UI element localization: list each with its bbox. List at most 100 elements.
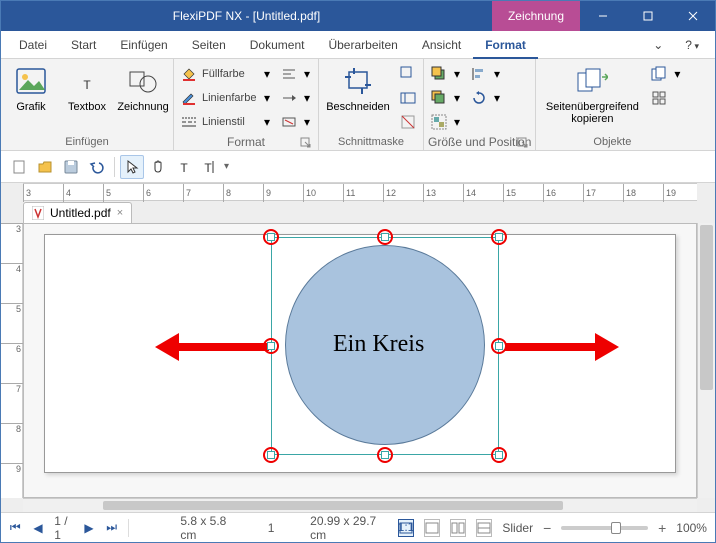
bringfront-icon (430, 65, 448, 83)
menu-seiten[interactable]: Seiten (180, 31, 238, 59)
zoom-out-button[interactable]: − (543, 520, 551, 536)
selection-handle[interactable] (377, 229, 393, 245)
text-tool[interactable]: T (172, 155, 196, 179)
horizontal-scrollbar[interactable] (23, 498, 697, 512)
undo-button[interactable] (85, 155, 109, 179)
selection-handle[interactable] (491, 229, 507, 245)
open-button[interactable] (33, 155, 57, 179)
page-indicator: 1 / 1 (54, 514, 72, 542)
dialog-launcher-icon[interactable] (517, 137, 529, 149)
image-icon (15, 65, 47, 97)
title-bar: FlexiPDF NX - [Untitled.pdf] Zeichnung (1, 1, 715, 31)
align-lines-button[interactable]: ▾ (278, 63, 314, 85)
menu-ueberarbeiten[interactable]: Überarbeiten (316, 31, 409, 59)
menu-start[interactable]: Start (59, 31, 108, 59)
text-edit-tool[interactable]: T (198, 155, 222, 179)
menu-dokument[interactable]: Dokument (238, 31, 317, 59)
clear-icon (280, 113, 298, 131)
close-button[interactable] (670, 1, 715, 31)
document-tab[interactable]: Untitled.pdf × (23, 202, 132, 223)
duplicate-icon (650, 65, 668, 83)
view-mode-2[interactable] (424, 519, 440, 537)
bring-front-button[interactable]: ▾ (428, 63, 464, 85)
insert-graphic-button[interactable]: Grafik (5, 63, 57, 115)
selection-handle[interactable] (263, 447, 279, 463)
minimize-button[interactable] (580, 1, 625, 31)
fill-color-button[interactable]: Füllfarbe ▾ (178, 63, 274, 85)
close-tab-button[interactable]: × (117, 207, 123, 219)
document-tab-label: Untitled.pdf (50, 206, 111, 220)
vertical-ruler: 3 4 5 6 7 8 9 (1, 223, 23, 498)
ribbon-group-insert-label: Einfügen (5, 134, 169, 150)
pen-icon (180, 89, 198, 107)
ribbon-group-format-label: Format (178, 133, 314, 151)
chevron-down-icon: ▾ (262, 93, 272, 103)
menu-einfuegen[interactable]: Einfügen (108, 31, 179, 59)
linestyle-icon (180, 113, 198, 131)
zoom-in-button[interactable]: + (658, 520, 666, 536)
document-canvas[interactable]: Ein Kreis (23, 223, 697, 498)
insert-drawing-button[interactable]: Zeichnung (117, 63, 169, 115)
svg-text:T: T (204, 161, 212, 175)
view-mode-1[interactable]: 1:1 (398, 519, 414, 537)
clip-remove-button[interactable] (397, 111, 419, 133)
chevron-down-icon: ▾ (302, 117, 312, 127)
shape-text: Ein Kreis (333, 331, 424, 358)
ribbon-group-sizepos: ▾ ▾ ▾ ▾ ▾ Größe und Position (424, 59, 536, 150)
zoom-slider[interactable] (561, 526, 648, 530)
selection-handle[interactable] (377, 447, 393, 463)
save-button[interactable] (59, 155, 83, 179)
crop-button[interactable]: Beschneiden (323, 63, 393, 115)
line-style-button[interactable]: Linienstil ▾ (178, 111, 274, 133)
pdf-icon (32, 206, 44, 220)
next-page-button[interactable]: ▶ (83, 520, 96, 536)
slider-label: Slider (502, 521, 533, 535)
page: Ein Kreis (44, 234, 676, 473)
send-back-button[interactable]: ▾ (428, 87, 464, 109)
copy-across-pages-label: Seitenübergreifend kopieren (546, 101, 639, 125)
dialog-launcher-icon[interactable] (300, 137, 312, 149)
group-objects-button[interactable]: ▾ (428, 111, 464, 133)
line-color-button[interactable]: Linienfarbe ▾ (178, 87, 274, 109)
clip-edit-button[interactable] (397, 87, 419, 109)
insert-textbox-button[interactable]: T Textbox (61, 63, 113, 115)
clip-to-shape-button[interactable] (397, 63, 419, 85)
menu-datei[interactable]: Datei (7, 31, 59, 59)
align-button[interactable]: ▾ (468, 63, 504, 85)
selection-handle[interactable] (263, 229, 279, 245)
ribbon-collapse-button[interactable]: ⌄ (641, 31, 675, 59)
prev-page-button[interactable]: ◀ (32, 520, 45, 536)
view-mode-4[interactable] (476, 519, 492, 537)
copy-across-pages-button[interactable]: Seitenübergreifend kopieren (540, 63, 644, 127)
rotate-button[interactable]: ▾ (468, 87, 504, 109)
duplicate-button[interactable]: ▾ (648, 63, 684, 85)
vertical-scrollbar[interactable] (697, 223, 715, 498)
last-page-button[interactable]: ⏭ (105, 520, 118, 536)
pointer-tool[interactable] (120, 155, 144, 179)
selection-handle[interactable] (263, 338, 279, 354)
copypages-icon (576, 65, 608, 97)
chevron-down-icon[interactable]: ▾ (224, 161, 229, 172)
arrow-style-button[interactable]: ▾ (278, 87, 314, 109)
new-button[interactable] (7, 155, 31, 179)
chevron-down-icon: ▾ (302, 93, 312, 103)
align-icon (470, 65, 488, 83)
menu-ansicht[interactable]: Ansicht (410, 31, 473, 59)
quick-access-toolbar: T T ▾ (1, 151, 715, 183)
maximize-button[interactable] (625, 1, 670, 31)
insert-graphic-label: Grafik (16, 101, 45, 113)
status-bar: ⏮ ◀ 1 / 1 ▶ ⏭ 5.8 x 5.8 cm 1 20.99 x 29.… (1, 512, 715, 542)
help-button[interactable]: ? ▾ (675, 38, 709, 52)
selection-handle[interactable] (491, 447, 507, 463)
view-mode-3[interactable] (450, 519, 466, 537)
clipshape-icon (399, 65, 417, 83)
menu-format[interactable]: Format (473, 31, 538, 59)
clear-format-button[interactable]: ▾ (278, 111, 314, 133)
selection-handle[interactable] (491, 338, 507, 354)
hand-tool[interactable] (146, 155, 170, 179)
first-page-button[interactable]: ⏮ (9, 520, 22, 536)
menu-bar: Datei Start Einfügen Seiten Dokument Übe… (1, 31, 715, 59)
distribute-button[interactable] (648, 87, 684, 109)
clipremove-icon (399, 113, 417, 131)
crop-icon (342, 65, 374, 97)
